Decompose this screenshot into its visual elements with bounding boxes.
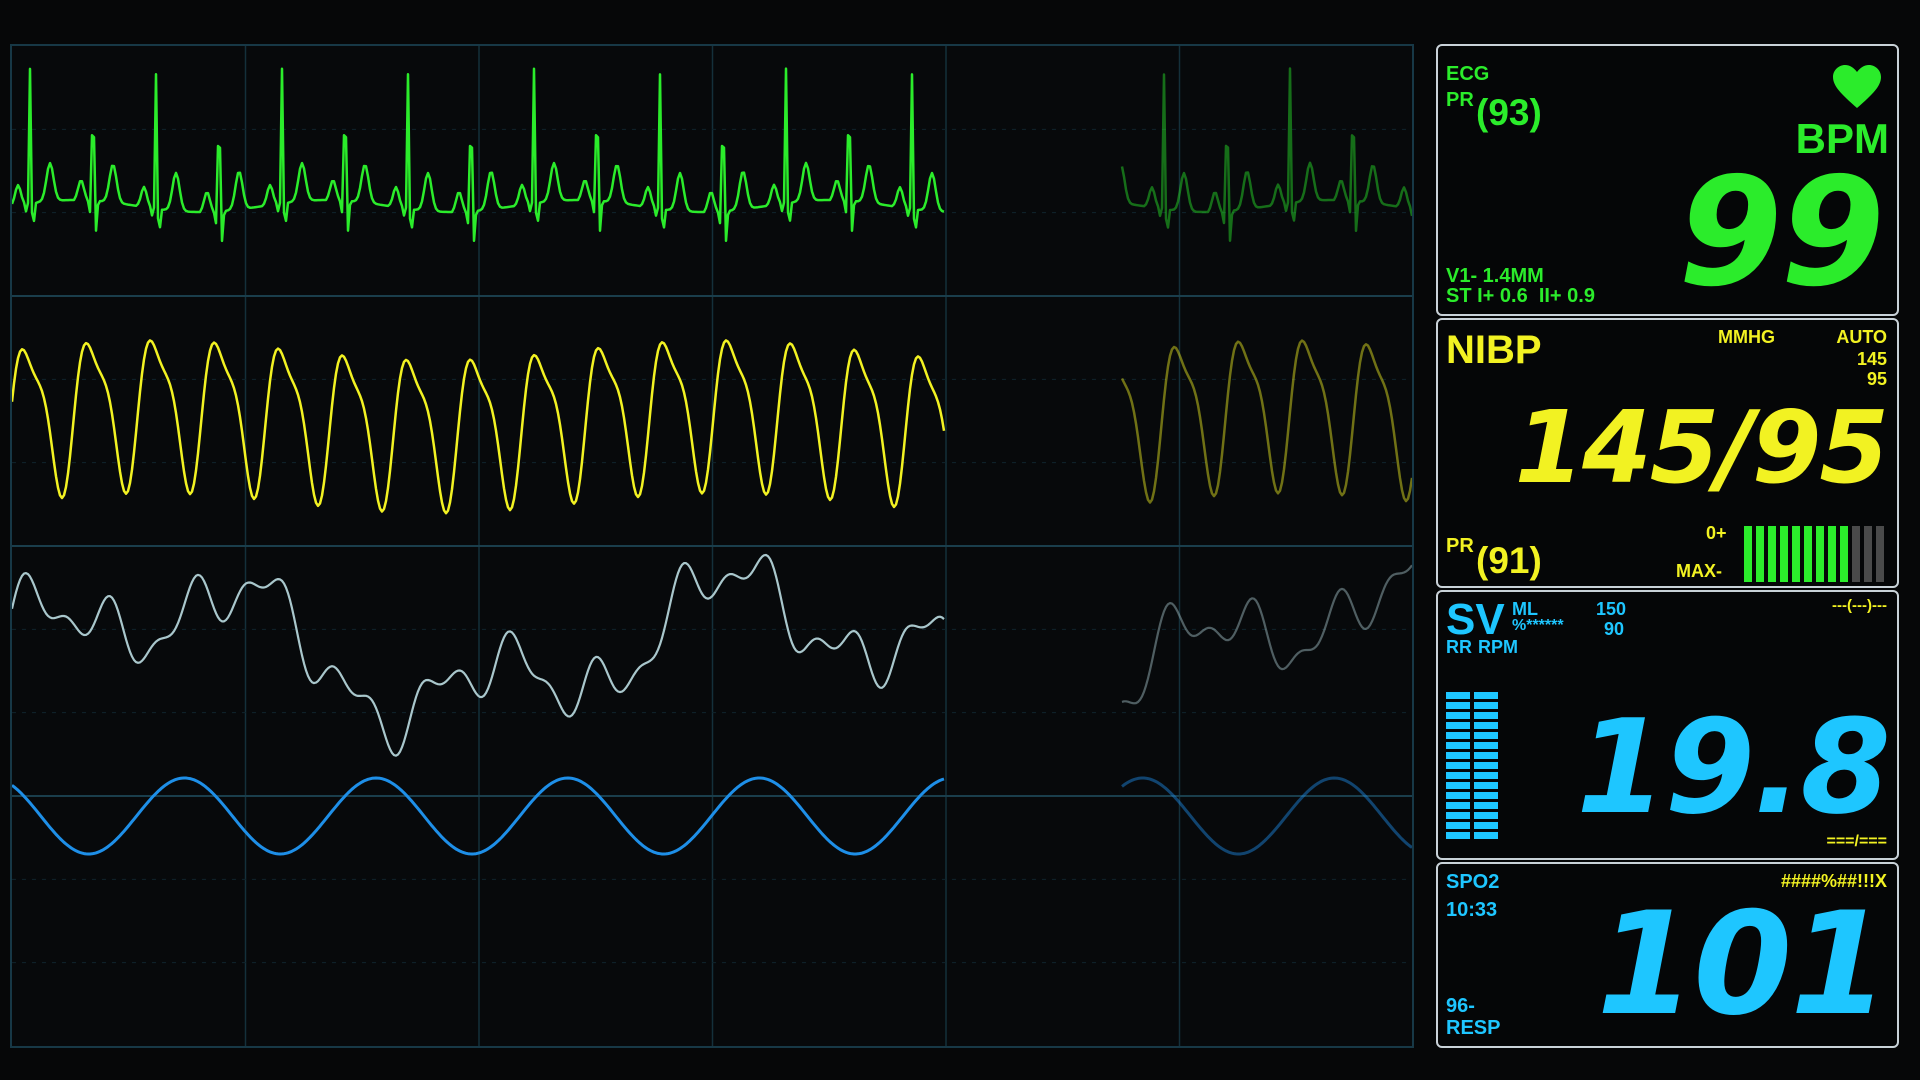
nibp-limit-high: 145	[1856, 349, 1887, 369]
sv-panel: SV ML %****** RR RPM 150 90 ---(---)--- …	[1436, 590, 1899, 860]
nibp-panel: NIBP MMHG AUTO 145 95 145/95 PR (91) 0+ …	[1436, 318, 1899, 588]
sv-bar-segment	[1474, 802, 1498, 809]
sv-bar-segment	[1474, 832, 1498, 839]
sv-bar-segment	[1474, 702, 1498, 709]
spo2-label: SPO2	[1446, 871, 1500, 893]
spo2-time: 10:33	[1446, 899, 1498, 921]
nibp-label: NIBP	[1446, 328, 1542, 372]
ecg-value: 99	[1678, 146, 1885, 320]
nibp-mode: AUTO	[1836, 327, 1887, 347]
sv-limit-high: 150	[1596, 599, 1627, 619]
waveform-trace-4-fading	[1121, 776, 1412, 856]
nibp-bar-segment	[1792, 526, 1800, 582]
sv-value: 19.8	[1576, 691, 1891, 843]
waveform-trace-4	[12, 776, 945, 856]
nibp-bar-segment	[1864, 526, 1872, 582]
ecg-label: ECG	[1446, 63, 1490, 85]
sv-bar-segment	[1446, 792, 1470, 799]
ecg-panel: ECG PR (93) BPM 99 V1- 1.4MM ST I+ 0.6 I…	[1436, 44, 1899, 316]
sv-bar-segment	[1446, 762, 1470, 769]
sv-bar-segment	[1474, 732, 1498, 739]
sv-rpm-label: RPM	[1478, 637, 1518, 657]
spo2-footer-2: RESP	[1446, 1017, 1501, 1039]
sv-bar-segment	[1446, 822, 1470, 829]
nibp-bar-segment	[1756, 526, 1764, 582]
sv-bar-segment	[1446, 732, 1470, 739]
waveform-canvas	[12, 46, 1412, 1046]
nibp-scale-top: 0+	[1706, 523, 1727, 543]
nibp-bar-segment	[1744, 526, 1752, 582]
sv-bar-segment	[1446, 782, 1470, 789]
waveform-trace-1	[12, 67, 945, 243]
nibp-pressure-bar	[1744, 526, 1894, 582]
nibp-value: 145/95	[1514, 389, 1889, 506]
sv-bar-segment	[1446, 812, 1470, 819]
sv-bar-segment	[1446, 742, 1470, 749]
nibp-bar-segment	[1804, 526, 1812, 582]
sv-unit-ml: ML	[1512, 599, 1538, 619]
sv-bar-segment	[1446, 752, 1470, 759]
waveform-trace-1-fading	[1120, 67, 1412, 242]
ecg-pr-value: (93)	[1476, 92, 1542, 133]
sv-bar-segment	[1474, 782, 1498, 789]
nibp-bar-segment	[1768, 526, 1776, 582]
sv-bar-segment	[1446, 722, 1470, 729]
nibp-scale-bottom: MAX-	[1676, 561, 1722, 581]
sv-label: SV	[1446, 595, 1505, 644]
waveform-trace-3	[12, 553, 945, 757]
ecg-st-line2: ST I+ 0.6 II+ 0.9	[1446, 285, 1595, 307]
sv-bar-segment	[1446, 702, 1470, 709]
sv-bar-segment	[1474, 792, 1498, 799]
sv-unit-pct: %******	[1512, 617, 1564, 634]
sv-status: ---(---)---	[1832, 597, 1887, 614]
nibp-bar-segment	[1816, 526, 1824, 582]
nibp-bar-segment	[1852, 526, 1860, 582]
sv-bar-segment	[1474, 762, 1498, 769]
waveform-trace-2-fading	[1120, 339, 1412, 504]
sv-bar-segment	[1446, 772, 1470, 779]
waveform-display	[10, 44, 1414, 1048]
sv-bar-segment	[1446, 802, 1470, 809]
nibp-bar-segment	[1840, 526, 1848, 582]
sv-bar-segment	[1446, 692, 1470, 699]
sv-bar-segment	[1474, 752, 1498, 759]
nibp-pr-value: (91)	[1476, 540, 1542, 581]
sv-footer: ===/===	[1826, 833, 1887, 850]
sv-bar-segment	[1474, 722, 1498, 729]
spo2-panel: SPO2 10:33 ####%##!!!X 96- RESP 101	[1436, 862, 1899, 1048]
sv-bar-segment	[1474, 772, 1498, 779]
sv-limit-low: 90	[1604, 619, 1625, 639]
nibp-unit: MMHG	[1718, 327, 1775, 347]
ecg-pr-prefix: PR	[1446, 89, 1474, 111]
sv-bar-segment	[1474, 812, 1498, 819]
nibp-bar-segment	[1780, 526, 1788, 582]
sv-bar-segment	[1446, 832, 1470, 839]
waveform-trace-2	[12, 339, 946, 515]
sv-bar-segment	[1446, 712, 1470, 719]
sv-level-bar	[1446, 692, 1502, 842]
sv-bar-segment	[1474, 692, 1498, 699]
nibp-limit-low: 95	[1866, 369, 1887, 389]
sv-bar-segment	[1474, 822, 1498, 829]
ecg-st-line1: V1- 1.4MM	[1446, 265, 1544, 287]
heart-icon	[1831, 64, 1883, 108]
nibp-bar-segment	[1876, 526, 1884, 582]
sv-bar-segment	[1474, 712, 1498, 719]
nibp-bar-segment	[1828, 526, 1836, 582]
waveform-trace-3-fading	[1121, 564, 1412, 705]
sv-bar-segment	[1474, 742, 1498, 749]
spo2-footer-1: 96-	[1446, 995, 1475, 1017]
nibp-pr-prefix: PR	[1446, 535, 1474, 557]
spo2-value: 101	[1596, 882, 1889, 1047]
sv-rr-label: RR	[1446, 637, 1472, 657]
